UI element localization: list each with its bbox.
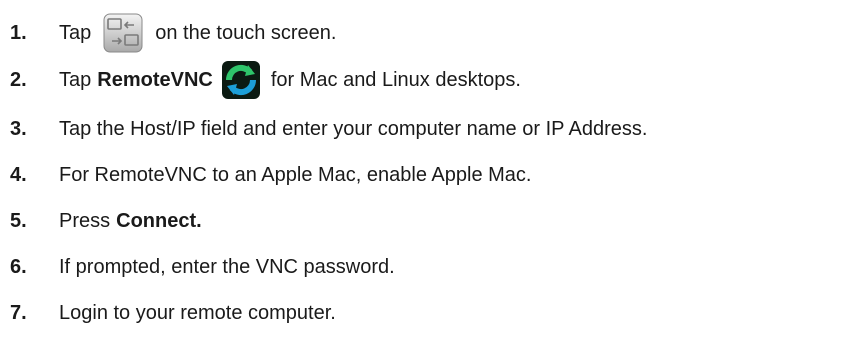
step-text: Tap — [59, 69, 92, 91]
step-3: 3. Tap the Host/IP field and enter your … — [10, 109, 647, 149]
step-7: 7. Login to your remote computer. — [10, 293, 336, 333]
connect-label: Connect. — [116, 210, 202, 232]
step-6: 6. If prompted, enter the VNC password. — [10, 247, 395, 287]
step-text: Tap — [59, 22, 92, 44]
remote-desktop-icon — [103, 13, 143, 53]
step-number: 4. — [10, 164, 27, 186]
step-number: 3. — [10, 118, 27, 140]
step-text: for Mac and Linux desktops. — [270, 69, 521, 91]
step-2: 2. Tap RemoteVNC for Mac and Linux deskt… — [10, 60, 521, 100]
remotevnc-label: RemoteVNC — [97, 69, 213, 91]
remotevnc-icon — [221, 60, 261, 100]
step-number: 6. — [10, 256, 27, 278]
step-text: For RemoteVNC to an Apple Mac, enable Ap… — [59, 164, 532, 186]
step-text: on the touch screen. — [155, 22, 337, 44]
step-4: 4. For RemoteVNC to an Apple Mac, enable… — [10, 155, 531, 195]
step-1: 1. Tap on the touch screen. — [10, 13, 336, 53]
step-text: Press — [59, 210, 111, 232]
step-5: 5. Press Connect. — [10, 201, 202, 241]
step-number: 1. — [10, 22, 27, 44]
step-text: Login to your remote computer. — [59, 302, 336, 324]
step-number: 5. — [10, 210, 27, 232]
step-text: If prompted, enter the VNC password. — [59, 256, 395, 278]
step-number: 2. — [10, 69, 27, 91]
step-number: 7. — [10, 302, 27, 324]
step-text: Tap the Host/IP field and enter your com… — [59, 118, 648, 140]
